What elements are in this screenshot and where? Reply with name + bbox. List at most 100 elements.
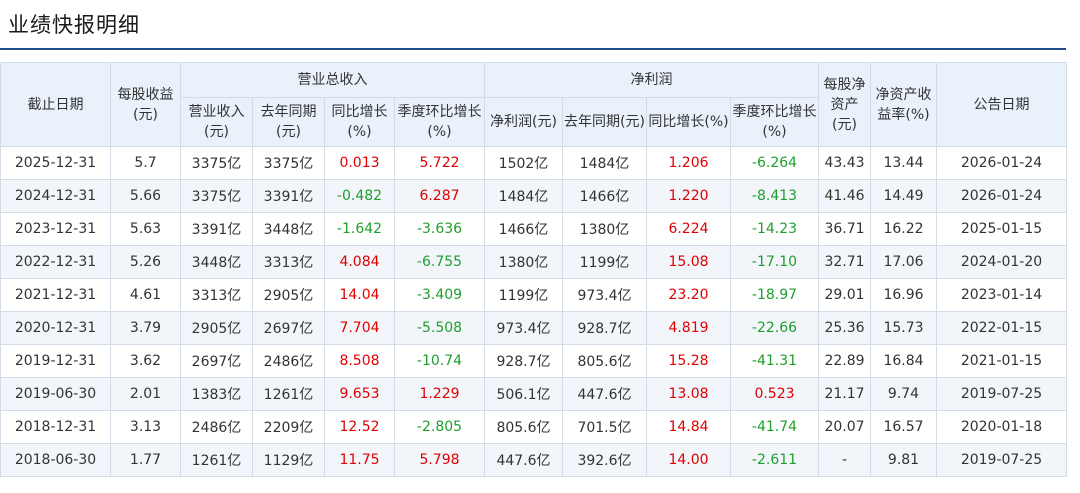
- cell-revenue-yoy: -0.482: [324, 179, 395, 213]
- cell-revenue: 2697亿: [180, 344, 253, 378]
- cell-net-profit-prev: 1484亿: [562, 146, 647, 180]
- cell-eps: 3.79: [110, 311, 181, 345]
- cell-roe: 17.06: [870, 245, 937, 279]
- cell-eps: 5.66: [110, 179, 181, 213]
- cell-net-profit-qoq: -14.23: [730, 212, 819, 246]
- cell-revenue-prev: 2486亿: [252, 344, 325, 378]
- header-roe: 净资产收益率(%): [870, 62, 937, 147]
- cell-bvps: 20.07: [818, 410, 871, 444]
- cell-date: 2024-12-31: [0, 179, 111, 213]
- cell-revenue-prev: 2697亿: [252, 311, 325, 345]
- cell-net-profit-yoy: 6.224: [646, 212, 731, 246]
- cell-revenue-prev: 2209亿: [252, 410, 325, 444]
- cell-net-profit-yoy: 23.20: [646, 278, 731, 312]
- cell-net-profit-qoq: -8.413: [730, 179, 819, 213]
- header-bvps: 每股净资产(元): [818, 62, 871, 147]
- cell-revenue-yoy: 7.704: [324, 311, 395, 345]
- header-revenue-qoq: 季度环比增长(%): [394, 97, 485, 147]
- cell-bvps: 32.71: [818, 245, 871, 279]
- cell-announce-date: 2026-01-24: [936, 146, 1067, 180]
- cell-date: 2022-12-31: [0, 245, 111, 279]
- cell-date: 2018-06-30: [0, 443, 111, 477]
- table-row: 2023-12-31 5.63 3391亿 3448亿 -1.642 -3.636 1466…: [0, 212, 1067, 246]
- cell-net-profit-yoy: 14.84: [646, 410, 731, 444]
- cell-revenue-qoq: -3.409: [394, 278, 485, 312]
- cell-revenue: 3313亿: [180, 278, 253, 312]
- cell-revenue-qoq: -6.755: [394, 245, 485, 279]
- cell-roe: 14.49: [870, 179, 937, 213]
- cell-eps: 2.01: [110, 377, 181, 411]
- cell-net-profit-yoy: 1.220: [646, 179, 731, 213]
- cell-revenue-qoq: 1.229: [394, 377, 485, 411]
- cell-net-profit: 1484亿: [484, 179, 563, 213]
- cell-roe: 13.44: [870, 146, 937, 180]
- table-row: 2019-12-31 3.62 2697亿 2486亿 8.508 -10.74 928.7…: [0, 344, 1067, 378]
- cell-roe: 16.84: [870, 344, 937, 378]
- cell-revenue-yoy: 12.52: [324, 410, 395, 444]
- header-revenue-yoy: 同比增长(%): [324, 97, 395, 147]
- cell-revenue-yoy: -1.642: [324, 212, 395, 246]
- cell-bvps: 29.01: [818, 278, 871, 312]
- table-row: 2018-12-31 3.13 2486亿 2209亿 12.52 -2.805 805.6…: [0, 410, 1067, 444]
- header-profit-group: 净利润: [484, 62, 819, 98]
- cell-net-profit-qoq: -18.97: [730, 278, 819, 312]
- cell-roe: 9.81: [870, 443, 937, 477]
- cell-net-profit-qoq: -6.264: [730, 146, 819, 180]
- cell-revenue-yoy: 8.508: [324, 344, 395, 378]
- cell-revenue-qoq: 6.287: [394, 179, 485, 213]
- cell-revenue: 3391亿: [180, 212, 253, 246]
- cell-net-profit-yoy: 15.08: [646, 245, 731, 279]
- cell-roe: 16.96: [870, 278, 937, 312]
- cell-revenue-qoq: -10.74: [394, 344, 485, 378]
- header-date: 截止日期: [0, 62, 111, 147]
- cell-announce-date: 2024-01-20: [936, 245, 1067, 279]
- cell-net-profit-qoq: -2.611: [730, 443, 819, 477]
- cell-revenue: 3375亿: [180, 146, 253, 180]
- header-revenue-group: 营业总收入: [180, 62, 485, 98]
- table-row: 2019-06-30 2.01 1383亿 1261亿 9.653 1.229 506.1亿…: [0, 377, 1067, 411]
- table-row: 2021-12-31 4.61 3313亿 2905亿 14.04 -3.409 1199亿…: [0, 278, 1067, 312]
- cell-announce-date: 2020-01-18: [936, 410, 1067, 444]
- cell-bvps: 41.46: [818, 179, 871, 213]
- cell-revenue-qoq: -2.805: [394, 410, 485, 444]
- cell-net-profit-prev: 1380亿: [562, 212, 647, 246]
- cell-revenue-prev: 3375亿: [252, 146, 325, 180]
- cell-revenue-yoy: 11.75: [324, 443, 395, 477]
- header-net-profit-qoq: 季度环比增长(%): [730, 97, 819, 147]
- cell-roe: 16.57: [870, 410, 937, 444]
- performance-table: 截止日期 每股收益(元) 营业总收入 净利润 每股净资产(元) 净资产收益率(%…: [0, 62, 1067, 477]
- cell-revenue-prev: 1261亿: [252, 377, 325, 411]
- cell-eps: 5.7: [110, 146, 181, 180]
- cell-announce-date: 2019-07-25: [936, 443, 1067, 477]
- cell-bvps: 36.71: [818, 212, 871, 246]
- section-header: 业绩快报明细: [0, 0, 1066, 50]
- cell-revenue: 1261亿: [180, 443, 253, 477]
- cell-date: 2020-12-31: [0, 311, 111, 345]
- cell-net-profit: 973.4亿: [484, 311, 563, 345]
- cell-date: 2021-12-31: [0, 278, 111, 312]
- cell-net-profit: 928.7亿: [484, 344, 563, 378]
- cell-net-profit-yoy: 4.819: [646, 311, 731, 345]
- cell-revenue-qoq: 5.798: [394, 443, 485, 477]
- cell-roe: 16.22: [870, 212, 937, 246]
- cell-revenue-qoq: 5.722: [394, 146, 485, 180]
- cell-net-profit-prev: 973.4亿: [562, 278, 647, 312]
- cell-date: 2019-12-31: [0, 344, 111, 378]
- cell-net-profit: 1502亿: [484, 146, 563, 180]
- cell-eps: 4.61: [110, 278, 181, 312]
- cell-bvps: 22.89: [818, 344, 871, 378]
- cell-announce-date: 2023-01-14: [936, 278, 1067, 312]
- table-row: 2025-12-31 5.7 3375亿 3375亿 0.013 5.722 1502亿 14…: [0, 146, 1067, 180]
- cell-net-profit-prev: 805.6亿: [562, 344, 647, 378]
- cell-revenue: 2486亿: [180, 410, 253, 444]
- cell-revenue-prev: 2905亿: [252, 278, 325, 312]
- cell-net-profit-prev: 928.7亿: [562, 311, 647, 345]
- cell-net-profit-yoy: 1.206: [646, 146, 731, 180]
- header-revenue-prev: 去年同期(元): [252, 97, 325, 147]
- cell-eps: 5.26: [110, 245, 181, 279]
- cell-net-profit-prev: 392.6亿: [562, 443, 647, 477]
- cell-eps: 1.77: [110, 443, 181, 477]
- cell-net-profit-qoq: -41.74: [730, 410, 819, 444]
- cell-revenue-prev: 3448亿: [252, 212, 325, 246]
- cell-net-profit: 805.6亿: [484, 410, 563, 444]
